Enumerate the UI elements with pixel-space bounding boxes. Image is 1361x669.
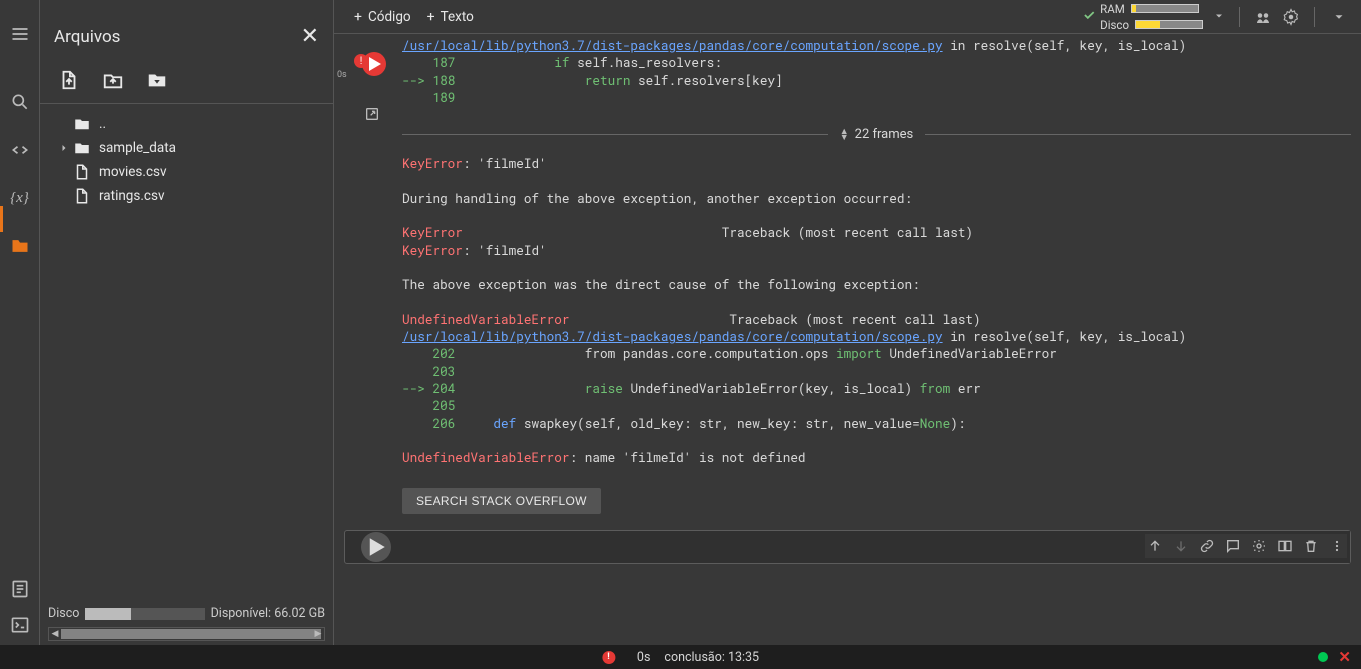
file-label: movies.csv — [99, 164, 315, 180]
spacer — [58, 166, 70, 178]
run-button[interactable] — [361, 532, 391, 562]
top-toolbar: + Código + Texto RAM Disco — [334, 0, 1361, 34]
ram-label: RAM — [1100, 2, 1125, 16]
main-area: + Código + Texto RAM Disco — [334, 0, 1361, 645]
disk-available: Disponível: 66.02 GB — [211, 606, 325, 621]
add-code-label: Código — [368, 9, 411, 25]
disk-usage-bar — [85, 608, 204, 620]
move-down-icon[interactable] — [1173, 538, 1189, 554]
divider — [40, 103, 333, 104]
connection-status-icon[interactable] — [1318, 652, 1328, 662]
share-icon[interactable] — [1254, 8, 1272, 26]
status-completion: conclusão: 13:35 — [664, 650, 759, 665]
traceback-output: /usr/local/lib/python3.7/dist-packages/p… — [338, 34, 1351, 117]
file-toolbar — [40, 57, 333, 97]
horizontal-scrollbar[interactable]: ◀ ▶ — [48, 627, 325, 641]
spacer — [58, 118, 70, 130]
status-time: 0s — [637, 650, 650, 665]
document-icon[interactable] — [10, 579, 30, 599]
search-stack-overflow-button[interactable]: SEARCH STACK OVERFLOW — [402, 488, 601, 514]
file-panel: Arquivos ✕ .. sample_data — [40, 0, 334, 645]
left-rail: {x} — [0, 0, 40, 645]
file-parent-dir[interactable]: .. — [48, 112, 325, 136]
plus-icon: + — [354, 9, 362, 25]
code-snippets-icon[interactable] — [10, 140, 30, 160]
output-focus-icon[interactable] — [364, 106, 380, 122]
spacer — [58, 190, 70, 202]
file-icon — [73, 187, 91, 205]
ram-bar — [1131, 4, 1199, 13]
file-ratings-csv[interactable]: ratings.csv — [48, 184, 325, 208]
notebook-body: ! 0s /usr/local/lib/python3.7/dist-packa… — [334, 34, 1361, 645]
files-icon[interactable] — [10, 236, 30, 256]
mirror-icon[interactable] — [1277, 538, 1293, 554]
comment-icon[interactable] — [1225, 538, 1241, 554]
traceback-output: KeyError: 'filmeId' During handling of t… — [338, 152, 1351, 477]
file-tree: .. sample_data movies.csv ratings.csv — [40, 106, 333, 214]
refresh-icon[interactable] — [102, 69, 124, 91]
traceback-link[interactable]: /usr/local/lib/python3.7/dist-packages/p… — [402, 329, 943, 345]
cell-toolbar — [1145, 534, 1347, 558]
divider — [1239, 7, 1240, 27]
execution-time: 0s — [337, 70, 347, 80]
traceback-link[interactable]: /usr/local/lib/python3.7/dist-packages/p… — [402, 38, 943, 54]
check-icon — [1082, 7, 1096, 26]
error-icon: ! — [602, 651, 615, 664]
frames-expander[interactable]: ▲▼ 22 frames — [402, 127, 1351, 142]
variables-icon[interactable]: {x} — [10, 188, 30, 208]
output-cell: ! 0s /usr/local/lib/python3.7/dist-packa… — [338, 34, 1351, 524]
chevron-down-icon[interactable] — [1329, 10, 1349, 24]
close-icon[interactable]: ✕ — [1338, 648, 1351, 666]
search-icon[interactable] — [10, 92, 30, 112]
disk-label: Disco — [48, 606, 79, 621]
chevron-down-icon[interactable] — [1213, 7, 1225, 26]
scrollbar-thumb[interactable] — [61, 629, 321, 639]
expand-icon: ▲▼ — [840, 129, 849, 141]
chevron-right-icon[interactable] — [58, 142, 70, 154]
scroll-right-icon[interactable]: ▶ — [312, 628, 324, 640]
file-label: .. — [99, 116, 315, 132]
terminal-icon[interactable] — [10, 615, 30, 635]
divider — [1314, 7, 1315, 27]
gear-icon[interactable] — [1251, 538, 1267, 554]
file-label: sample_data — [99, 140, 315, 156]
gear-icon[interactable] — [1282, 8, 1300, 26]
delete-icon[interactable] — [1303, 538, 1319, 554]
scroll-left-icon[interactable]: ◀ — [49, 628, 61, 640]
file-icon — [73, 163, 91, 181]
file-label: ratings.csv — [99, 188, 315, 204]
run-button[interactable] — [362, 52, 386, 76]
folder-icon — [73, 139, 91, 157]
more-icon[interactable] — [1329, 538, 1345, 554]
active-tab-indicator — [0, 206, 3, 232]
move-up-icon[interactable] — [1147, 538, 1163, 554]
plus-icon: + — [427, 9, 435, 25]
resource-indicator[interactable]: RAM Disco — [1100, 2, 1203, 32]
upload-file-icon[interactable] — [58, 69, 80, 91]
add-text-button[interactable]: + Texto — [419, 5, 482, 29]
disk-bar — [1135, 20, 1203, 29]
link-icon[interactable] — [1199, 538, 1215, 554]
folder-up-icon — [73, 115, 91, 133]
close-icon[interactable]: ✕ — [301, 24, 319, 49]
status-bar: ! 0s conclusão: 13:35 ✕ — [0, 645, 1361, 669]
file-movies-csv[interactable]: movies.csv — [48, 160, 325, 184]
file-panel-title: Arquivos — [54, 27, 120, 47]
frames-label: 22 frames — [855, 127, 914, 142]
disk-label: Disco — [1100, 18, 1129, 32]
file-folder-sample-data[interactable]: sample_data — [48, 136, 325, 160]
add-text-label: Texto — [441, 9, 474, 25]
menu-icon[interactable] — [10, 24, 30, 44]
mount-drive-icon[interactable] — [146, 69, 168, 91]
add-code-button[interactable]: + Código — [346, 5, 419, 29]
